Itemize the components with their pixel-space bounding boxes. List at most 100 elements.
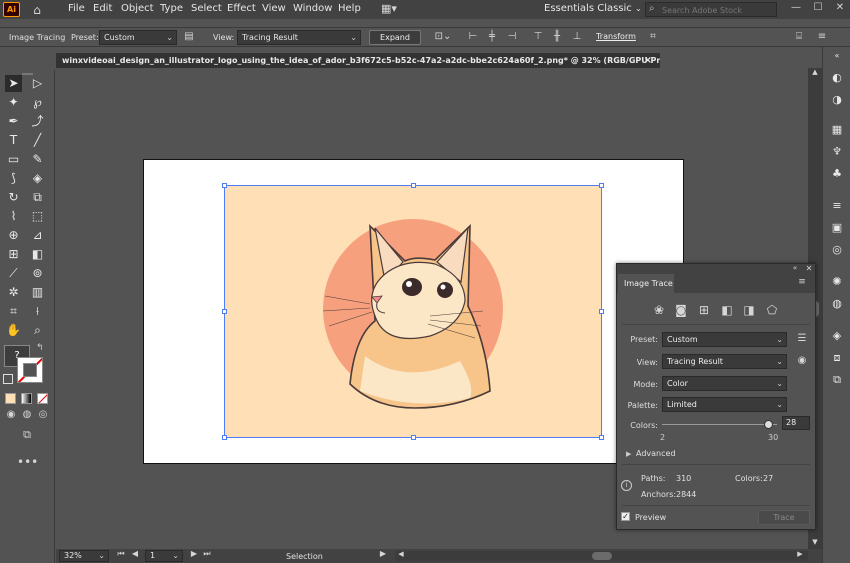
last-artboard-icon[interactable]: ⏭ (202, 549, 212, 559)
preview-checkbox[interactable]: ✓ (621, 512, 630, 521)
menu-effect[interactable]: Effect (227, 3, 256, 14)
trace-view-dropdown[interactable]: Tracing Result ⌄ (662, 354, 787, 369)
swatches-panel-icon[interactable]: ▦ (828, 122, 846, 138)
transform-button[interactable]: Transform (595, 30, 637, 45)
blend-tool-icon[interactable]: ⊚ (29, 265, 46, 282)
menu-help[interactable]: Help (338, 3, 361, 14)
default-fill-stroke-icon[interactable] (3, 374, 13, 384)
scroll-left-icon[interactable]: ◀ (397, 550, 405, 558)
quick-actions-icon[interactable]: ⌸ (792, 31, 806, 42)
column-graph-tool-icon[interactable]: ▥ (29, 284, 46, 301)
gradient-panel-icon[interactable]: ▣ (828, 220, 846, 236)
collapse-panel-icon[interactable]: « (789, 264, 801, 272)
curvature-tool-icon[interactable]: ⤴ (29, 113, 46, 130)
free-transform-tool-icon[interactable]: ⬚ (29, 208, 46, 225)
manage-presets-icon[interactable]: ☰ (795, 333, 809, 344)
trace-mode-dropdown[interactable]: Color ⌄ (662, 376, 787, 391)
minimize-button[interactable]: — (790, 2, 802, 13)
zoom-tool-icon[interactable]: ⌕ (29, 322, 46, 339)
brushes-panel-icon[interactable]: ♆ (828, 144, 846, 160)
type-tool-icon[interactable]: T (5, 132, 22, 149)
menu-window[interactable]: Window (293, 3, 332, 14)
edit-toolbar-icon[interactable]: ••• (17, 455, 38, 469)
isolate-icon[interactable]: ⌗ (646, 31, 660, 42)
menu-type[interactable]: Type (160, 3, 183, 14)
gradient-tool-icon[interactable]: ◧ (29, 246, 46, 263)
align-to-icon[interactable]: ⊡⌄ (433, 31, 453, 42)
eyedropper-tool-icon[interactable]: ⟋ (5, 265, 22, 282)
previous-artboard-icon[interactable]: ◀ (130, 549, 140, 558)
screen-mode-icon[interactable]: ⧉ (17, 428, 37, 442)
stroke-panel-icon[interactable]: ≡ (828, 198, 846, 214)
appearance-panel-icon[interactable]: ✺ (828, 274, 846, 290)
selection-tool-icon[interactable]: ➤ (5, 75, 22, 92)
view-dropdown[interactable]: Tracing Result ⌄ (237, 30, 361, 45)
draw-inside-icon[interactable]: ◎ (36, 409, 50, 420)
expand-button[interactable]: Expand (369, 30, 421, 45)
zoom-level-dropdown[interactable]: 32% ⌄ (59, 550, 109, 562)
traced-image[interactable] (222, 183, 604, 440)
draw-normal-icon[interactable]: ◉ (4, 409, 18, 420)
colors-value-input[interactable]: 28 (782, 416, 810, 430)
home-icon[interactable]: ⌂ (29, 3, 45, 17)
draw-behind-icon[interactable]: ◍ (20, 409, 34, 420)
horizontal-scrollbar[interactable]: ◀ ▶ (395, 550, 808, 561)
bbox-handle-sw[interactable] (222, 435, 227, 440)
symbols-panel-icon[interactable]: ♣ (828, 166, 846, 182)
advanced-disclosure-icon[interactable]: ▶ (626, 450, 631, 458)
artboard-tool-icon[interactable]: ⌗ (5, 303, 22, 320)
graphic-styles-panel-icon[interactable]: ◍ (828, 296, 846, 312)
bbox-handle-se[interactable] (599, 435, 604, 440)
bbox-handle-ne[interactable] (599, 183, 604, 188)
close-window-button[interactable]: ✕ (834, 2, 846, 13)
lasso-tool-icon[interactable]: ℘ (29, 94, 46, 111)
panel-menu-icon[interactable]: ≡ (815, 31, 829, 42)
stock-search[interactable]: ⌕ (645, 2, 777, 17)
bbox-handle-s[interactable] (411, 435, 416, 440)
shaper-tool-icon[interactable]: ⟆ (5, 170, 22, 187)
grayscale-icon[interactable]: ◧ (719, 303, 735, 317)
magic-wand-tool-icon[interactable]: ✦ (5, 94, 22, 111)
workspace-switcher[interactable]: Essentials Classic ⌄ (544, 3, 642, 14)
color-panel-icon[interactable]: ◐ (828, 70, 846, 86)
transparency-panel-icon[interactable]: ◎ (828, 242, 846, 258)
outline-icon[interactable]: ⬠ (764, 303, 780, 317)
align-center-icon[interactable]: ╪ (485, 31, 499, 42)
scale-tool-icon[interactable]: ⧉ (29, 189, 46, 206)
image-trace-tab[interactable]: Image Trace (618, 274, 674, 293)
hand-tool-icon[interactable]: ✋ (5, 322, 22, 339)
layers-panel-icon[interactable]: ◈ (828, 328, 846, 344)
bbox-handle-w[interactable] (222, 309, 227, 314)
next-artboard-icon[interactable]: ▶ (189, 549, 199, 558)
document-tab[interactable]: winxvideoai_design_an_illustrator_logo_u… (56, 53, 660, 68)
close-tab-button[interactable]: × (644, 53, 652, 68)
low-color-icon[interactable]: ⊞ (696, 303, 712, 317)
status-menu-icon[interactable]: ▶ (378, 549, 388, 558)
menu-edit[interactable]: Edit (93, 3, 112, 14)
high-color-icon[interactable]: ◙ (673, 303, 689, 317)
menu-select[interactable]: Select (191, 3, 222, 14)
scroll-right-icon[interactable]: ▶ (796, 550, 804, 558)
align-top-icon[interactable]: ⊤ (531, 31, 545, 42)
gradient-mode-icon[interactable] (21, 393, 32, 404)
auto-color-icon[interactable]: ❀ (651, 303, 667, 317)
artboard-number-dropdown[interactable]: 1 ⌄ (145, 550, 183, 562)
eraser-tool-icon[interactable]: ◈ (29, 170, 46, 187)
colors-slider-track[interactable] (662, 420, 777, 429)
none-mode-icon[interactable] (37, 393, 48, 404)
paintbrush-tool-icon[interactable]: ✎ (29, 151, 46, 168)
shape-builder-tool-icon[interactable]: ⊕ (5, 227, 22, 244)
slice-tool-icon[interactable]: ⟊ (29, 303, 46, 320)
bbox-handle-nw[interactable] (222, 183, 227, 188)
colors-slider-thumb[interactable] (763, 420, 773, 429)
first-artboard-icon[interactable]: ⏮ (116, 549, 126, 559)
image-trace-panel-icon[interactable]: ▤ (182, 31, 196, 42)
menu-file[interactable]: File (68, 3, 85, 14)
arrange-documents-icon[interactable]: ▦▾ (376, 2, 402, 15)
symbol-sprayer-tool-icon[interactable]: ✲ (5, 284, 22, 301)
horizontal-scroll-thumb[interactable] (592, 552, 612, 560)
advanced-toggle[interactable]: Advanced (636, 449, 676, 458)
maximize-button[interactable]: ☐ (812, 2, 824, 13)
close-panel-icon[interactable]: ✕ (803, 264, 815, 273)
warp-tool-icon[interactable]: ⌇ (5, 208, 22, 225)
